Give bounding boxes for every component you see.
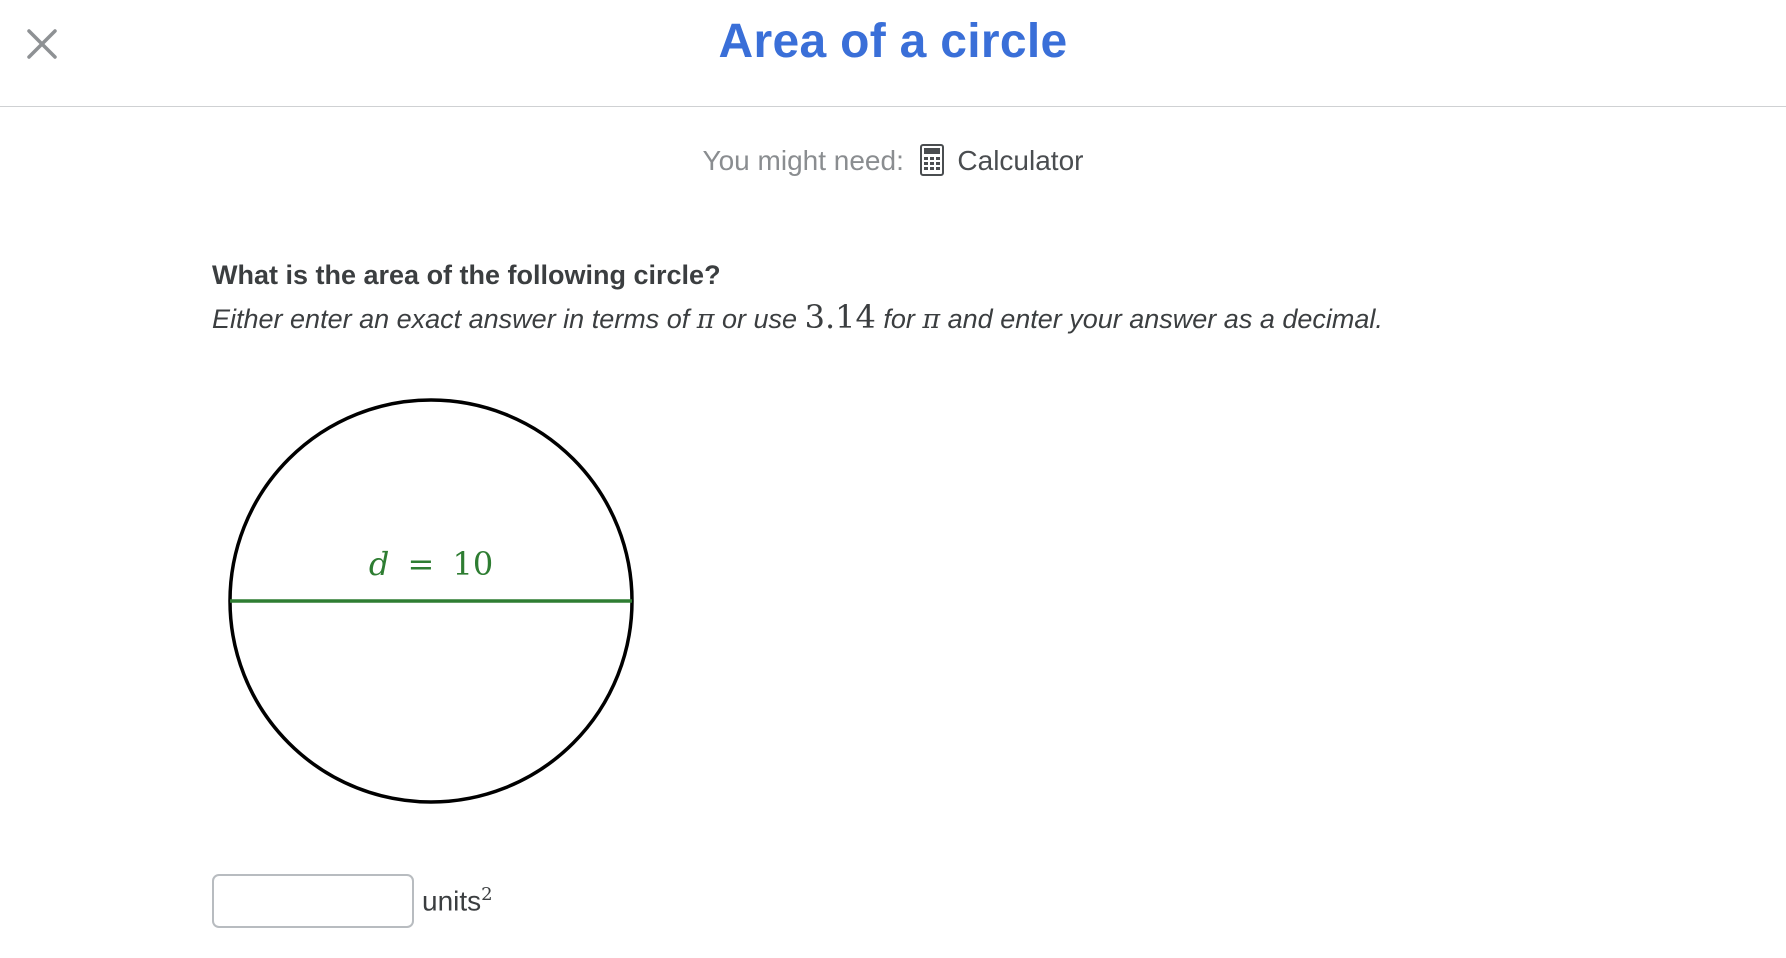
units-text: units	[422, 885, 482, 917]
pi-approximation: 3.14	[804, 298, 876, 336]
instructions-part4: and enter your answer as a decimal.	[947, 304, 1383, 334]
calculator-link[interactable]: Calculator	[957, 145, 1083, 176]
diameter-equals: =	[407, 545, 434, 583]
pi-symbol-2: π	[922, 304, 941, 335]
instructions-part3: for	[883, 304, 915, 334]
tools-label: You might need:	[702, 145, 904, 176]
instructions-text: Either enter an exact answer in terms of…	[212, 298, 1383, 336]
page-title: Area of a circle	[718, 15, 1068, 68]
question-text: What is the area of the following circle…	[212, 260, 721, 290]
circle-figure: d = 10	[228, 398, 634, 804]
units-label: units2	[422, 884, 493, 917]
pi-symbol: π	[696, 304, 715, 335]
instructions-part1: Either enter an exact answer in terms of	[212, 304, 690, 334]
tools-needed: You might need: Calculator	[0, 144, 1786, 183]
diameter-value: 10	[452, 545, 493, 583]
header-bar: Area of a circle	[0, 0, 1786, 107]
diameter-label: d = 10	[369, 545, 493, 583]
calculator-icon[interactable]	[919, 144, 944, 183]
instructions-part2: or use	[722, 304, 798, 334]
units-exponent: 2	[481, 884, 493, 905]
diameter-variable: d	[369, 545, 389, 583]
exercise-page: Area of a circle You might need: Calcula…	[0, 0, 1786, 958]
answer-input[interactable]	[212, 874, 414, 928]
